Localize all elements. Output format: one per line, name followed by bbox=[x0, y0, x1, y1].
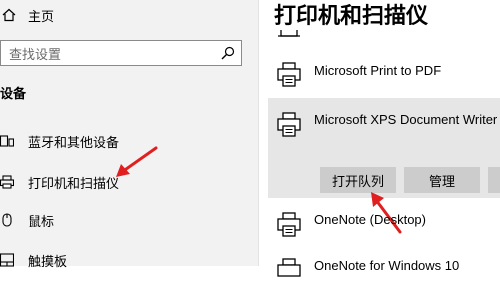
sidebar-item-touchpad[interactable]: 触摸板 bbox=[0, 248, 67, 272]
sidebar-item-label: 蓝牙和其他设备 bbox=[28, 134, 120, 150]
sidebar: 主页 查找设置 设备 蓝牙和其他设备 打印机和扫描仪 鼠标 触摸板 bbox=[0, 0, 258, 269]
annotation-arrow-icon bbox=[116, 146, 158, 177]
sidebar-item-label: 鼠标 bbox=[28, 213, 55, 229]
home-label: 主页 bbox=[28, 8, 55, 24]
sidebar-item-bluetooth[interactable]: 蓝牙和其他设备 bbox=[0, 129, 119, 153]
sidebar-item-mouse[interactable]: 鼠标 bbox=[0, 208, 54, 232]
printer-icon bbox=[277, 258, 301, 277]
open-queue-button[interactable]: 打开队列 bbox=[320, 167, 396, 193]
search-icon[interactable] bbox=[221, 46, 235, 60]
printer-icon bbox=[278, 30, 300, 37]
sidebar-item-printers[interactable]: 打印机和扫描仪 bbox=[0, 170, 119, 194]
printer-name: OneNote (Desktop) bbox=[314, 212, 426, 227]
printer-icon bbox=[277, 112, 301, 137]
home-nav-item[interactable]: 主页 bbox=[0, 4, 54, 26]
remove-device-button[interactable] bbox=[488, 167, 500, 193]
search-input[interactable]: 查找设置 bbox=[9, 44, 221, 63]
printer-name: Microsoft Print to PDF bbox=[314, 63, 442, 78]
sidebar-item-label: 触摸板 bbox=[28, 253, 68, 269]
page-title: 打印机和扫描仪 bbox=[274, 3, 429, 28]
devices-section-title: 设备 bbox=[0, 86, 27, 101]
printer-icon bbox=[277, 62, 301, 87]
devices-icon bbox=[0, 135, 14, 147]
mouse-icon bbox=[2, 213, 12, 227]
touchpad-icon bbox=[0, 253, 14, 267]
printer-icon bbox=[277, 212, 301, 237]
home-icon bbox=[2, 8, 16, 22]
sidebar-item-label: 打印机和扫描仪 bbox=[28, 175, 120, 191]
printer-name: Microsoft XPS Document Writer bbox=[314, 112, 498, 127]
printer-icon bbox=[0, 175, 14, 189]
manage-button[interactable]: 管理 bbox=[404, 167, 480, 193]
pane-divider bbox=[258, 0, 259, 266]
settings-search-box[interactable]: 查找设置 bbox=[0, 40, 242, 66]
